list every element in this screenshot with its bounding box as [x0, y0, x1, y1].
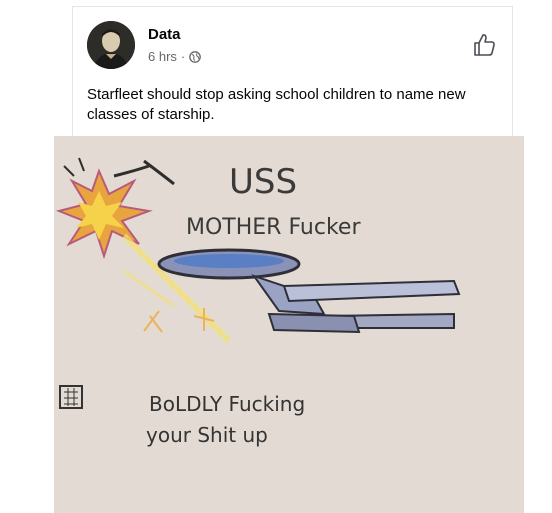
- drawing-text-uss: USS: [229, 162, 297, 202]
- avatar-image: [87, 21, 135, 69]
- meta-separator: ·: [180, 49, 186, 64]
- post-card: Data 6 hrs · Starfleet should stop askin…: [72, 6, 513, 136]
- avatar[interactable]: [87, 21, 135, 69]
- post-meta: 6 hrs ·: [148, 49, 202, 64]
- drawing-image: USS MOTHER Fucker BoLDLY Fucking your Sh…: [54, 136, 524, 513]
- page: Data 6 hrs · Starfleet should stop askin…: [0, 0, 552, 513]
- drawing-text-motto-line2: your Shit up: [146, 423, 268, 447]
- post-time[interactable]: 6 hrs: [148, 49, 177, 64]
- drawing-text-motto-line1: BoLDLY Fucking: [149, 392, 305, 416]
- globe-icon[interactable]: [189, 50, 202, 63]
- thumbs-up-icon[interactable]: [470, 31, 498, 59]
- post-author[interactable]: Data: [148, 26, 181, 43]
- drawing-text-class-name: MOTHER Fucker: [186, 215, 361, 240]
- post-text: Starfleet should stop asking school chil…: [87, 86, 466, 123]
- post-photo[interactable]: USS MOTHER Fucker BoLDLY Fucking your Sh…: [54, 136, 524, 513]
